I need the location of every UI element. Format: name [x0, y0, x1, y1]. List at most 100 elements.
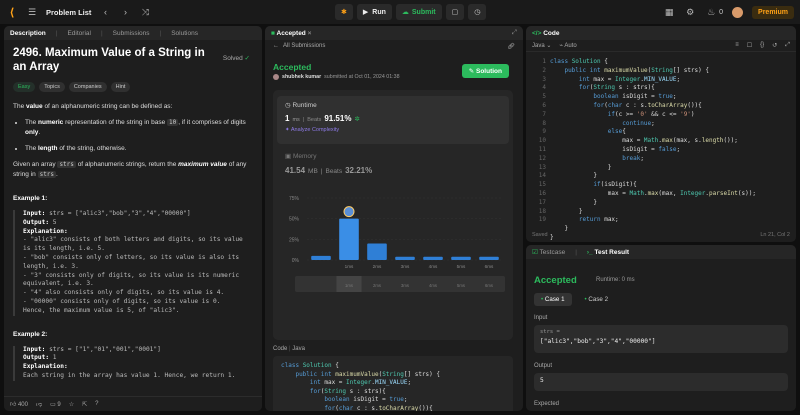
beats-label: Beats — [307, 117, 322, 123]
close-icon[interactable]: × — [308, 30, 312, 37]
timer-button[interactable]: ◷ — [468, 4, 487, 20]
dislike-icon[interactable]: 👎︎ — [36, 400, 42, 408]
solution-label: Solution — [476, 68, 502, 75]
memory-beats: 32.21% — [345, 166, 373, 175]
shuffle-icon[interactable]: ⤨ — [139, 7, 151, 18]
test-tabs: ☑ Testcase | ›_ Test Result — [526, 245, 796, 259]
tab-submissions[interactable]: Submissions — [113, 30, 150, 37]
tab-separator: | — [159, 29, 162, 37]
x-tick-label: 6ms — [485, 264, 494, 269]
next-problem-icon[interactable]: › — [119, 7, 131, 17]
tab-accepted[interactable]: ■ Accepted × — [271, 30, 311, 37]
fullscreen-icon[interactable]: ⤢ — [785, 42, 790, 49]
comment-icon: ▭ — [50, 401, 56, 408]
user-avatar — [273, 74, 279, 80]
layout-icon[interactable]: ▦ — [663, 7, 675, 18]
like-button[interactable]: 👍︎ 400 — [10, 400, 28, 408]
runtime-box[interactable]: ◷ Runtime 1 ms | Beats 91.51% ✲ ✦ Analyz… — [277, 96, 509, 144]
check-icon: ✓ — [244, 55, 250, 62]
thumbs-up-icon: 👍︎ — [10, 402, 17, 408]
timer-icon: ◷ — [474, 9, 481, 16]
range-tick-label: 6ms — [485, 283, 493, 288]
description-content[interactable]: 2496. Maximum Value of a String in an Ar… — [4, 40, 262, 396]
braces-icon[interactable]: {} — [760, 42, 764, 49]
solution-button[interactable]: ✎ Solution — [461, 64, 509, 78]
runtime-label: ◷ Runtime — [285, 102, 317, 109]
tab-description[interactable]: Description — [10, 30, 46, 37]
prev-problem-icon[interactable]: ‹ — [99, 7, 111, 17]
language-select[interactable]: Java ⌄ — [532, 42, 551, 49]
x-tick-label: 2ms — [373, 264, 382, 269]
tab-editorial[interactable]: Editorial — [67, 30, 90, 37]
analyze-complexity-link[interactable]: ✦ Analyze Complexity — [285, 127, 501, 133]
companies-tag[interactable]: Companies — [68, 82, 107, 92]
performance-card: ◷ Runtime 1 ms | Beats 91.51% ✲ ✦ Analyz… — [273, 90, 513, 340]
star-icon[interactable]: ☆ — [69, 401, 74, 408]
bookmark-icon[interactable]: ☐ — [747, 42, 752, 49]
submit-button[interactable]: ☁ Submit — [395, 4, 442, 20]
submission-tabs: ■ Accepted × ⤢ — [265, 26, 523, 40]
pass-dot-icon: • — [541, 296, 544, 303]
comments-button[interactable]: ▭ 9 — [50, 401, 61, 408]
run-button[interactable]: ▶ Run — [356, 4, 392, 20]
chart-bar — [339, 218, 359, 260]
user-name[interactable]: shubhek kumar — [282, 74, 321, 80]
tab-code[interactable]: </> Code — [532, 30, 559, 37]
runtime-distribution-chart[interactable]: 75% 50% 25% 0% 1ms 2ms 3ms 4ms 5ms 6ms 1ms 2ms 3ms 4m… — [273, 190, 513, 340]
problem-list-icon[interactable]: ☰ — [26, 7, 38, 18]
tab-separator: | — [55, 29, 58, 37]
auto-toggle[interactable]: ⌁ Auto — [559, 42, 576, 49]
line-numbers: 1 2 3 4 5 6 7 8 9 10 11 12 13 14 15 16 1… — [538, 58, 546, 224]
description-footer: 👍︎ 400 👎︎ ▭ 9 ☆ ⇱ ? — [4, 396, 262, 411]
reset-icon[interactable]: ↺ — [772, 42, 777, 49]
leetcode-logo-icon[interactable]: ⟨ — [6, 6, 18, 19]
problem-list-link[interactable]: Problem List — [46, 8, 91, 17]
runtime-unit: ms — [292, 117, 300, 123]
problem-statement: The value of an alphanumeric string can … — [13, 102, 253, 381]
x-tick-label: 1ms — [345, 264, 354, 269]
settings-icon[interactable]: ⚙ — [684, 7, 696, 18]
menu-icon[interactable]: ≡ — [735, 42, 739, 49]
note-icon: ▢ — [451, 9, 459, 16]
code-editor[interactable]: 1 2 3 4 5 6 7 8 9 10 11 12 13 14 15 16 1… — [526, 54, 796, 241]
tab-solutions[interactable]: Solutions — [171, 30, 198, 37]
description-tabs: Description | Editorial | Submissions | … — [4, 26, 262, 40]
memory-box[interactable]: ▣ Memory 41.54 MB | Beats 32.21% — [285, 152, 372, 175]
notes-button[interactable]: ▢ — [445, 4, 465, 20]
avatar[interactable] — [732, 6, 744, 18]
code-body[interactable]: class Solution { public int maximumValue… — [550, 58, 756, 242]
chart-bar — [367, 243, 387, 260]
tab-test-result[interactable]: ›_ Test Result — [587, 249, 629, 256]
code-header: Code | Java — [273, 346, 305, 352]
play-icon: ▶ — [362, 9, 369, 16]
expand-icon[interactable]: ⤢ — [512, 29, 517, 37]
submitted-code: class Solution { public int maximumValue… — [273, 356, 513, 411]
range-tick-label: 4ms — [429, 283, 437, 288]
editor-status-bar: Saved Ln 21, Col 2 — [526, 228, 796, 242]
link-icon[interactable]: 🔗︎ — [507, 43, 515, 50]
debug-button[interactable]: ✱ — [335, 4, 353, 20]
streak-count: 0 — [719, 8, 724, 16]
premium-button[interactable]: Premium — [752, 5, 794, 19]
result-status: Accepted — [534, 275, 577, 286]
share-icon[interactable]: ⇱ — [82, 401, 87, 408]
arrow-left-icon: ← — [273, 43, 279, 49]
case-2-tab[interactable]: • Case 2 — [578, 293, 616, 306]
back-link[interactable]: ← All Submissions 🔗︎ — [265, 40, 523, 52]
tab-testcase[interactable]: ☑ Testcase — [532, 248, 565, 256]
input-box: strs = ["alic3","bob","3","4","00000"] — [534, 325, 788, 353]
solved-badge: Solved ✓ — [223, 54, 250, 62]
output-value: 5 — [540, 377, 544, 384]
hint-tag[interactable]: Hint — [110, 82, 131, 92]
expected-label: Expected — [534, 401, 560, 407]
submission-info: shubhek kumar submitted at Oct 01, 2024 … — [273, 74, 400, 80]
case-1-tab[interactable]: • Case 1 — [534, 293, 572, 306]
topics-tag[interactable]: Topics — [39, 82, 65, 92]
memory-value: 41.54 — [285, 166, 306, 175]
description-panel: Description | Editorial | Submissions | … — [4, 26, 262, 411]
chart-bar — [311, 255, 331, 260]
code-brackets-icon: </> — [532, 29, 542, 37]
input-var: strs = — [540, 329, 560, 335]
help-icon[interactable]: ? — [95, 401, 98, 407]
fire-icon[interactable]: ♨ — [705, 7, 717, 18]
